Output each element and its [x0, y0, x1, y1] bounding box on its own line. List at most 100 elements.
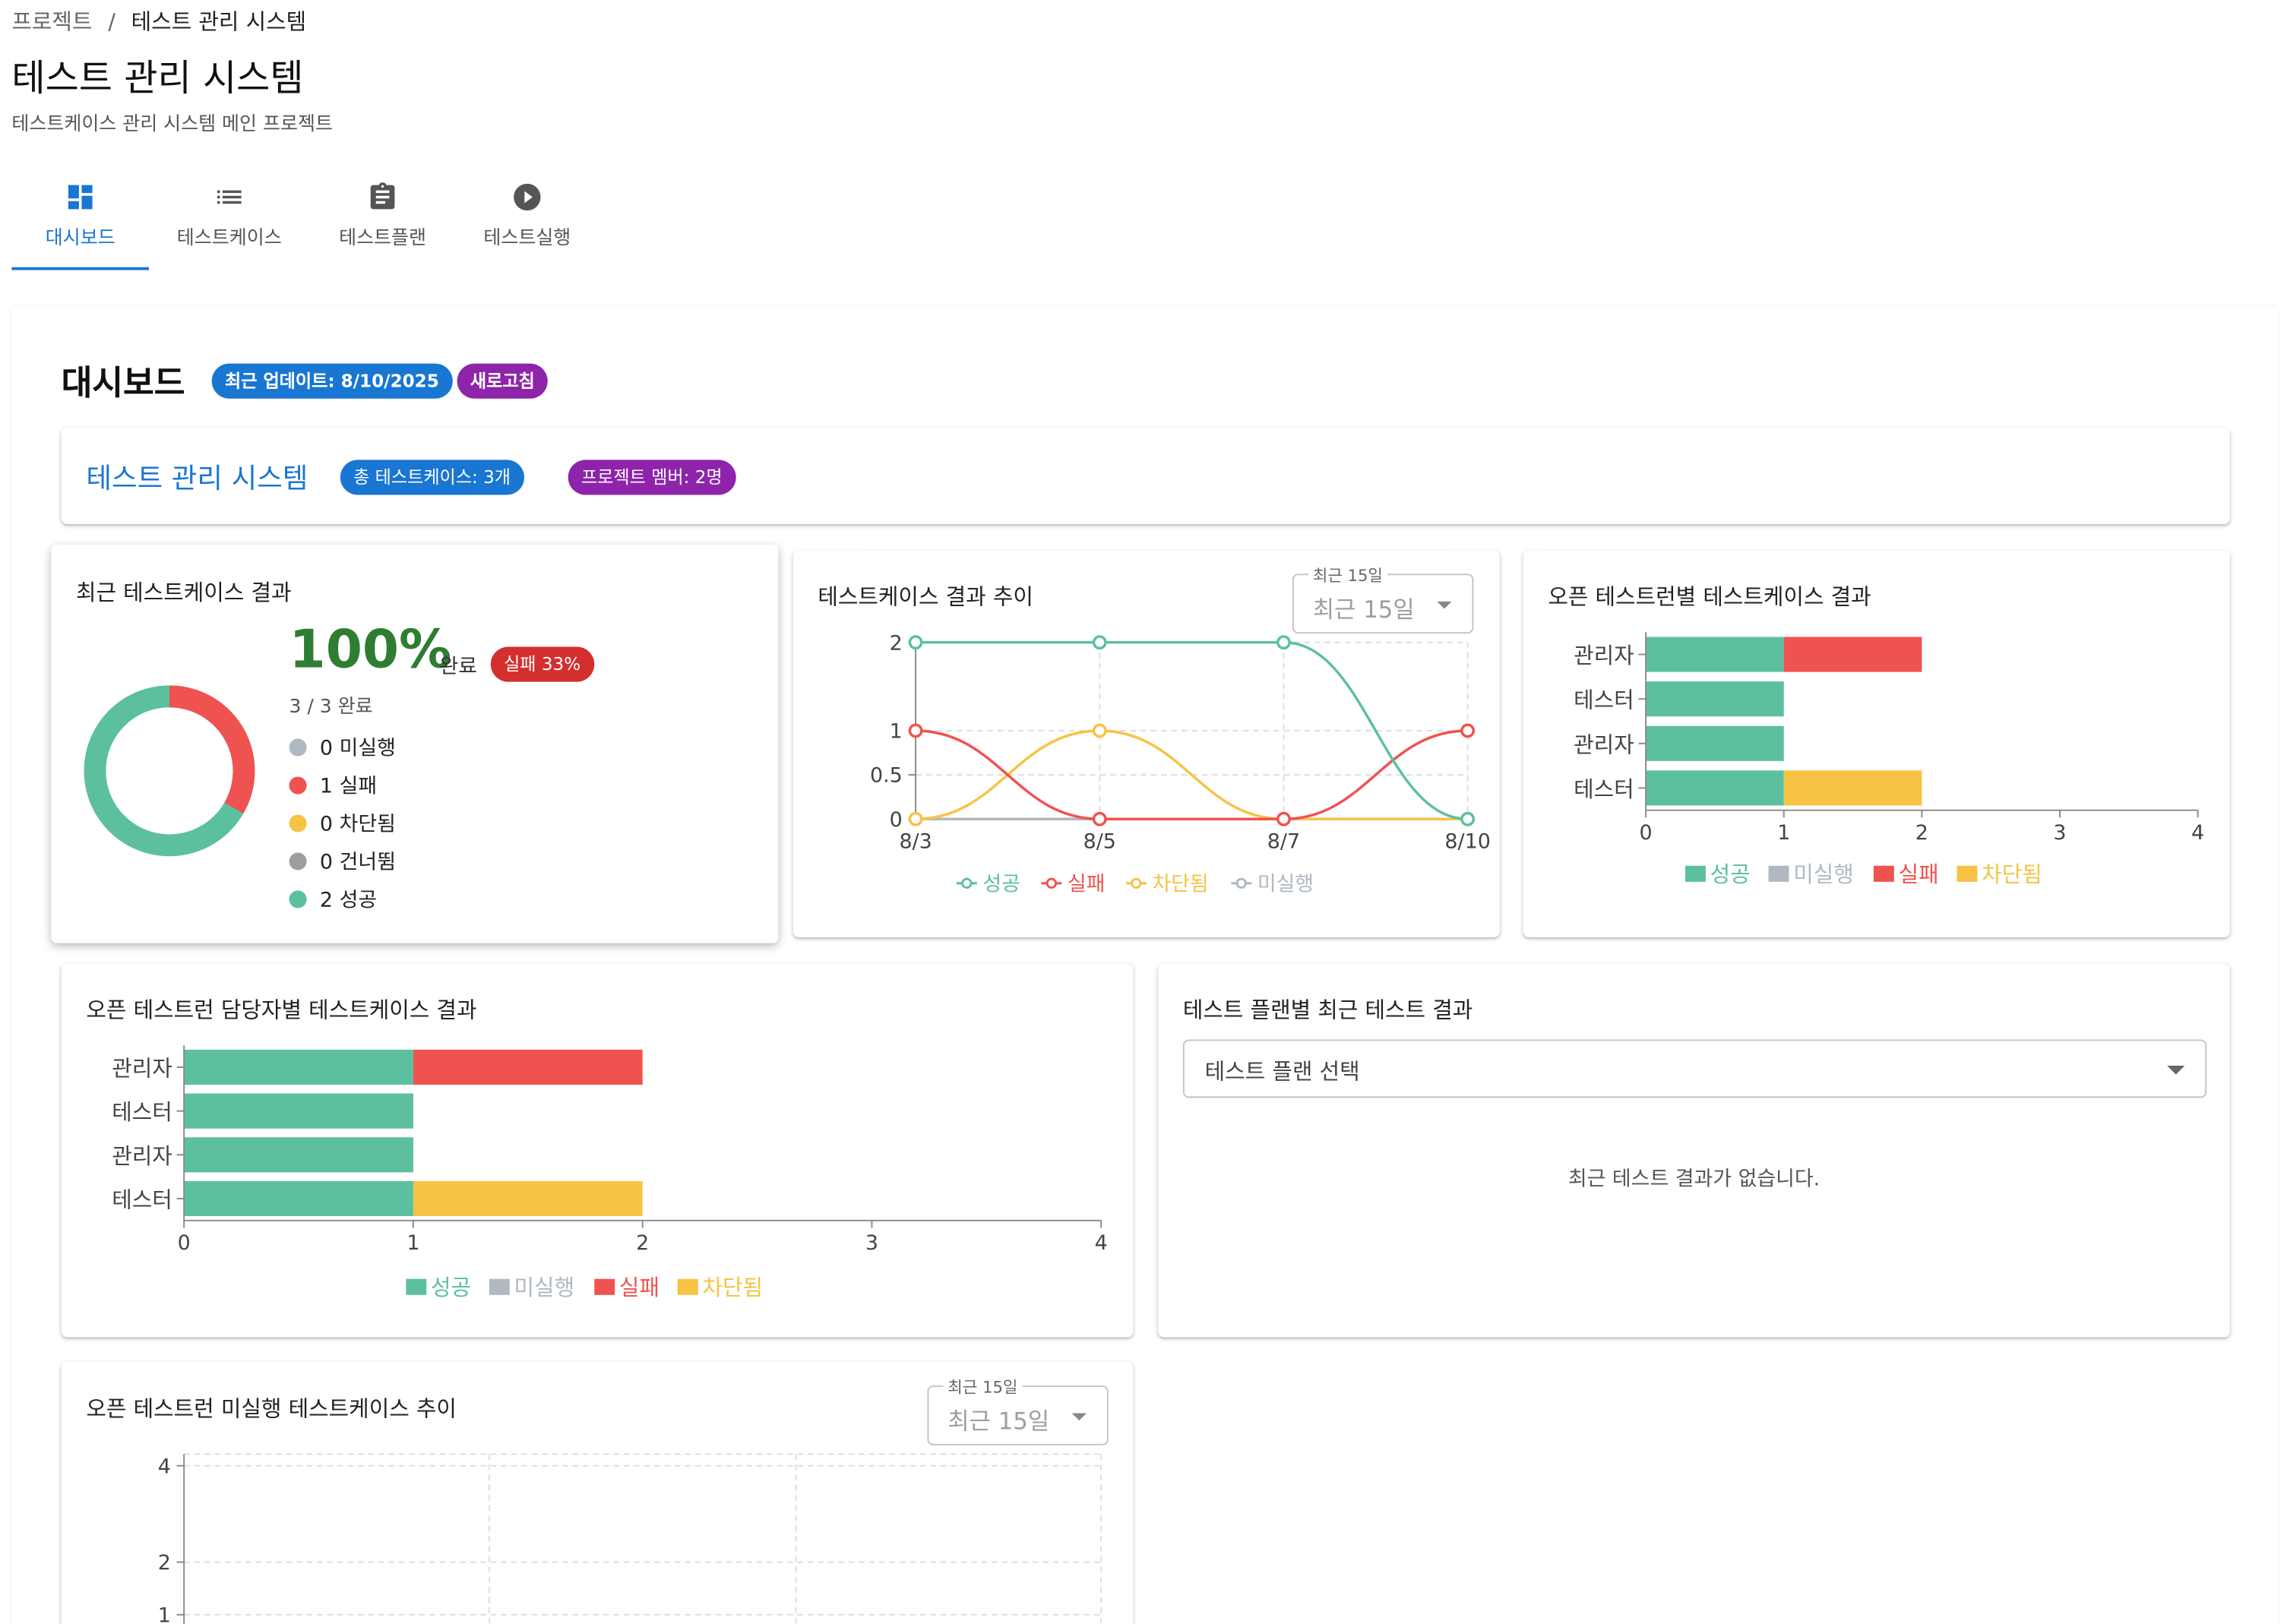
tab-testcases[interactable]: 테스트케이스 [149, 172, 309, 270]
legend-label: 차단됨 [1152, 872, 1208, 896]
completion-label: 완료 [439, 655, 478, 679]
legend-label: 실패 [1899, 861, 1939, 887]
last-updated-chip: 최근 업데이트: 8/10/2025 [211, 363, 453, 399]
bar-segment [1783, 770, 1922, 806]
x-tick-label: 8/10 [1444, 830, 1490, 854]
data-point [1092, 811, 1107, 826]
y-tick-label: 0.5 [870, 764, 903, 788]
y-tick-label: 관리자 [1574, 643, 1634, 668]
breadcrumb-parent-link[interactable]: 프로젝트 [11, 9, 92, 36]
completed-count: 3 / 3 완료 [289, 696, 373, 719]
legend-blocked: 0 차단됨 [289, 809, 396, 838]
page-title: 테스트 관리 시스템 [11, 56, 304, 100]
tab-testruns[interactable]: 테스트실행 [456, 172, 599, 270]
bar-segment [1646, 637, 1784, 672]
list-icon [217, 190, 242, 204]
empty-results-message: 최근 테스트 결과가 없습니다. [1567, 1167, 1821, 1192]
run-chart-card: 오픈 테스트런별 테스트케이스 결과 관리자 테스터 관리자 테스터 0 1 2 3 4 성공 미실… [1523, 550, 2230, 937]
legend-success: 2 성공 [289, 885, 377, 914]
y-tick-label: 1 [158, 1603, 171, 1624]
y-tick-label: 관리자 [112, 1143, 172, 1169]
test-plan-select[interactable]: 테스트 플랜 선택 [1182, 1039, 2207, 1098]
y-tick-label: 테스터 [112, 1186, 172, 1212]
x-tick-label: 4 [1095, 1231, 1108, 1255]
breadcrumb: 프로젝트 / 테스트 관리 시스템 [11, 6, 306, 36]
data-point [908, 811, 923, 826]
x-tick-label: 2 [636, 1231, 649, 1255]
data-point [908, 635, 923, 650]
legend-label: 성공 [1710, 861, 1751, 887]
x-tick-label: 3 [865, 1231, 878, 1255]
completion-percent: 100% [289, 620, 452, 681]
y-tick-label: 테스터 [1574, 776, 1634, 802]
bar-segment [1646, 770, 1784, 806]
legend-marker [961, 877, 973, 889]
x-tick-label: 0 [178, 1231, 191, 1255]
tab-dashboard[interactable]: 대시보드 [11, 172, 150, 270]
legend-dot [289, 814, 307, 833]
assignee-bar-chart: 관리자테스터관리자테스터0 1 2 3 4성공 미실행 실패 차단됨 [112, 1045, 1108, 1300]
trend-line-chart: 0 0.5 1 2 8/3 8/5 8/7 8/10 성공 실패 차단됨 미실행 [870, 631, 1491, 896]
tab-label: 테스트케이스 [176, 227, 282, 250]
legend-swatch [594, 1278, 615, 1295]
bar-segment [1783, 637, 1922, 672]
tab-bar: 대시보드 테스트케이스 테스트플랜 테스트실행 [11, 172, 599, 270]
refresh-chip[interactable]: 새로고침 [457, 363, 549, 399]
breadcrumb-separator: / [108, 8, 115, 36]
testcase-count-chip: 총 테스트케이스: 3개 [340, 460, 524, 495]
tab-label: 테스트플랜 [339, 227, 427, 250]
legend-marker [1046, 877, 1058, 889]
card-title: 최근 테스트케이스 결과 [75, 580, 292, 606]
y-tick-label: 4 [158, 1455, 171, 1478]
page-subtitle: 테스트케이스 관리 시스템 메인 프로젝트 [11, 113, 333, 136]
legend-label: 실패 [619, 1275, 660, 1300]
tab-label: 테스트실행 [483, 227, 571, 250]
project-name-link[interactable]: 테스트 관리 시스템 [86, 457, 308, 497]
legend-dot [289, 852, 307, 870]
data-point [1460, 811, 1476, 826]
bar-segment [413, 1180, 643, 1217]
tab-label: 대시보드 [45, 227, 115, 250]
data-point [1092, 723, 1107, 738]
x-tick-label: 8/7 [1267, 830, 1300, 854]
bar-segment [184, 1137, 413, 1173]
legend-dot [289, 776, 307, 795]
x-tick-label: 4 [2191, 821, 2204, 845]
legend-label: 미실행 [1257, 872, 1314, 896]
bar-segment [413, 1049, 643, 1085]
y-tick-label: 테스터 [1574, 687, 1634, 713]
select-placeholder: 테스트 플랜 선택 [1204, 1058, 1360, 1085]
legend-label: 미실행 [1793, 861, 1854, 887]
legend-swatch [489, 1278, 510, 1295]
legend-dot [289, 890, 307, 908]
legend-label: 차단됨 [1982, 861, 2042, 887]
legend-fail: 1 실패 [289, 771, 377, 800]
data-point [1460, 723, 1476, 738]
y-tick-label: 테스터 [112, 1099, 172, 1125]
x-tick-label: 2 [1915, 821, 1928, 845]
chevron-down-icon [2167, 1066, 2185, 1075]
y-tick-label: 2 [158, 1551, 171, 1575]
data-point [1276, 635, 1291, 650]
legend-marker [1235, 877, 1247, 889]
legend-skipped: 0 건너뜀 [289, 847, 396, 876]
member-count-chip: 프로젝트 멤버: 2명 [568, 460, 735, 495]
tab-testplans[interactable]: 테스트플랜 [309, 172, 455, 270]
x-tick-label: 8/3 [899, 830, 932, 854]
play-circle-icon [514, 183, 541, 211]
legend-swatch [677, 1278, 698, 1295]
assignee-chart-card: 오픈 테스트런 담당자별 테스트케이스 결과 관리자 테스터 관리자 테스터 0 1 2 3 4… [61, 963, 1134, 1338]
legend-label: 성공 [983, 872, 1020, 896]
legend-label: 미실행 [514, 1275, 575, 1300]
bar-segment [1646, 725, 1784, 761]
bar-segment [184, 1180, 413, 1217]
bar-segment [184, 1049, 413, 1085]
card-title: 테스트 플랜별 최근 테스트 결과 [1182, 997, 1473, 1024]
legend-dot [289, 738, 307, 757]
legend-swatch [1685, 865, 1706, 882]
x-tick-label: 8/5 [1083, 830, 1116, 854]
x-tick-label: 1 [1777, 821, 1790, 845]
fail-rate-chip: 실패 33% [490, 646, 594, 682]
legend-marker [1131, 877, 1142, 889]
y-tick-label: 1 [890, 720, 903, 744]
